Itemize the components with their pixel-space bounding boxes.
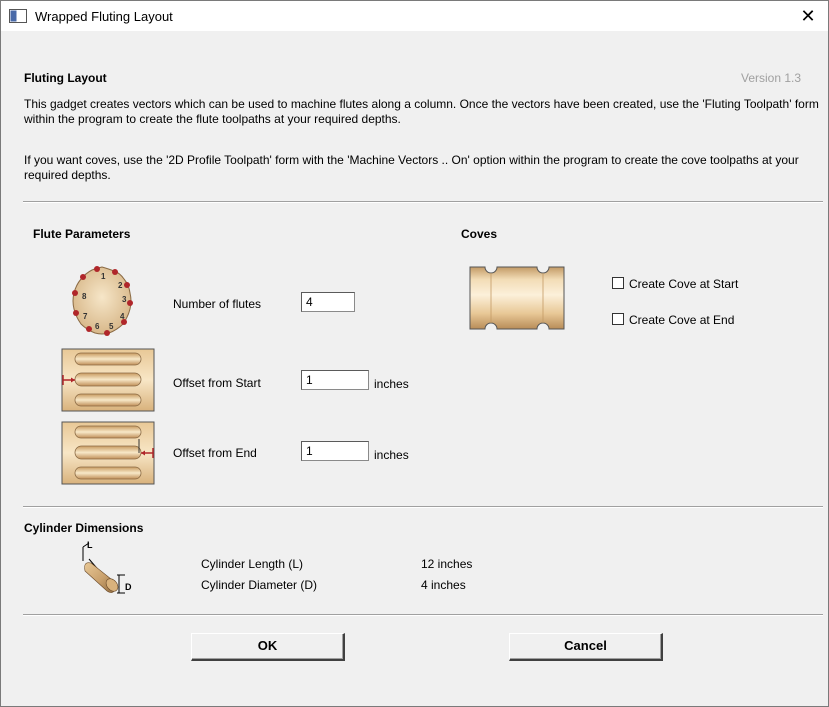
- cylinder-dimensions-heading: Cylinder Dimensions: [24, 521, 144, 535]
- create-cove-at-end-label: Create Cove at End: [629, 313, 735, 327]
- separator: [23, 506, 823, 508]
- separator: [23, 201, 823, 203]
- length-letter: L: [87, 540, 93, 550]
- flute-number-2: 2: [118, 281, 123, 290]
- app-icon: [9, 9, 27, 23]
- ok-button[interactable]: OK: [191, 633, 345, 661]
- flute-number-1: 1: [101, 272, 106, 281]
- flute-number-6: 6: [95, 322, 100, 331]
- close-icon[interactable]: ✕: [788, 1, 828, 31]
- coves-diagram-icon: [469, 266, 565, 330]
- dialog-window: Wrapped Fluting Layout ✕ Fluting Layout …: [0, 0, 829, 707]
- cylinder-diameter-value: 4 inches: [421, 578, 466, 592]
- separator: [23, 614, 823, 616]
- flute-number-3: 3: [122, 295, 127, 304]
- cylinder-diameter-label: Cylinder Diameter (D): [201, 578, 318, 592]
- number-of-flutes-input[interactable]: [301, 292, 355, 312]
- description-paragraph-2: If you want coves, use the '2D Profile T…: [24, 153, 799, 182]
- cylinder-length-value: 12 inches: [421, 557, 473, 571]
- create-cove-at-start-label: Create Cove at Start: [629, 277, 739, 291]
- flute-number-5: 5: [109, 322, 114, 331]
- flute-parameters-heading: Flute Parameters: [33, 227, 131, 241]
- offset-from-start-icon: [61, 348, 155, 412]
- version-label: Version 1.3: [741, 71, 802, 85]
- offset-from-end-icon: [61, 421, 155, 485]
- flute-number-7: 7: [83, 312, 88, 321]
- flute-number-4: 4: [120, 312, 125, 321]
- offset-from-end-input[interactable]: [301, 441, 369, 461]
- cylinder-length-label: Cylinder Length (L): [201, 557, 304, 571]
- flute-number-8: 8: [82, 292, 87, 301]
- create-cove-at-start-checkbox[interactable]: [612, 277, 624, 289]
- cylinder-icon: L D: [82, 540, 132, 594]
- description-paragraph-1: This gadget creates vectors which can be…: [24, 97, 819, 126]
- window-title: Wrapped Fluting Layout: [35, 9, 173, 24]
- number-of-flutes-label: Number of flutes: [173, 297, 262, 311]
- cancel-button[interactable]: Cancel: [509, 633, 663, 661]
- offset-from-end-label: Offset from End: [173, 446, 257, 460]
- offset-from-end-unit: inches: [374, 448, 409, 462]
- title-bar: Wrapped Fluting Layout ✕: [1, 1, 828, 31]
- flute-cross-section-icon: 1 2 3 4 5 6 7 8: [72, 266, 133, 336]
- offset-from-start-label: Offset from Start: [173, 376, 261, 390]
- section-title: Fluting Layout: [24, 71, 107, 85]
- offset-from-start-unit: inches: [374, 377, 409, 391]
- offset-from-start-input[interactable]: [301, 370, 369, 390]
- coves-heading: Coves: [461, 227, 498, 241]
- create-cove-at-end-checkbox[interactable]: [612, 313, 624, 325]
- cancel-button-label: Cancel: [564, 638, 607, 653]
- ok-button-label: OK: [257, 638, 278, 653]
- diameter-letter: D: [125, 582, 132, 592]
